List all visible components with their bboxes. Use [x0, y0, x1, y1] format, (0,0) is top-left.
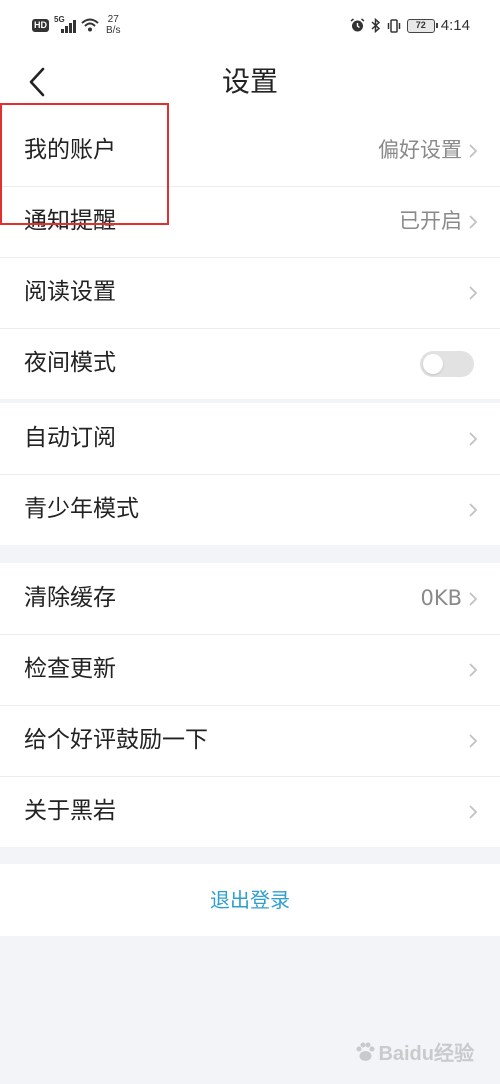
top-bar: HD 5G 27 B/s 72 4:14 设置	[0, 0, 500, 115]
logout-area: 退出登录	[0, 864, 500, 936]
row-about[interactable]: 关于黑岩	[0, 776, 500, 847]
net-speed: 27 B/s	[106, 14, 120, 36]
chevron-right-icon	[469, 734, 478, 748]
row-label: 夜间模式	[24, 350, 116, 376]
row-label: 关于黑岩	[24, 798, 116, 824]
chevron-right-icon	[469, 503, 478, 517]
row-label: 给个好评鼓励一下	[24, 727, 208, 753]
paw-icon	[356, 1042, 375, 1061]
chevron-right-icon	[469, 805, 478, 819]
row-night-mode: 夜间模式	[0, 328, 500, 399]
logout-button[interactable]: 退出登录	[0, 864, 500, 936]
row-label: 青少年模式	[24, 496, 139, 522]
alarm-icon	[350, 18, 365, 32]
watermark-text: Baidu经验	[378, 1043, 474, 1065]
wifi-icon	[81, 18, 99, 32]
bluetooth-icon	[371, 18, 380, 33]
row-rate-app[interactable]: 给个好评鼓励一下	[0, 705, 500, 776]
hd-badge: HD	[32, 18, 49, 32]
row-check-update[interactable]: 检查更新	[0, 634, 500, 705]
row-label: 通知提醒	[24, 208, 116, 234]
row-label: 阅读设置	[24, 279, 116, 305]
baidu-watermark: Baidu经验	[354, 1037, 474, 1066]
row-label: 我的账户	[24, 137, 116, 163]
row-teen-mode[interactable]: 青少年模式	[0, 474, 500, 545]
net-speed-value: 27	[107, 14, 119, 25]
row-value: 0KB	[420, 586, 462, 610]
settings-group-3: 清除缓存 0KB 检查更新 给个好评鼓励一下 关于黑岩	[0, 563, 500, 847]
night-mode-toggle[interactable]	[420, 351, 474, 377]
chevron-right-icon	[469, 663, 478, 677]
clock: 4:14	[440, 17, 470, 34]
row-label: 清除缓存	[24, 585, 116, 611]
vibrate-icon	[387, 18, 401, 33]
row-label: 自动订阅	[24, 425, 116, 451]
row-auto-subscribe[interactable]: 自动订阅	[0, 403, 500, 474]
signal-icon: 5G	[54, 15, 76, 33]
chevron-right-icon	[469, 592, 478, 606]
chevron-right-icon	[469, 215, 478, 229]
row-reading-settings[interactable]: 阅读设置	[0, 257, 500, 328]
chevron-right-icon	[469, 286, 478, 300]
row-my-account[interactable]: 我的账户 偏好设置	[0, 115, 500, 186]
status-bar: HD 5G 27 B/s 72 4:14	[0, 0, 500, 60]
settings-group-2: 自动订阅 青少年模式	[0, 403, 500, 545]
settings-group-1: 我的账户 偏好设置 通知提醒 已开启 阅读设置 夜间模式	[0, 115, 500, 399]
row-clear-cache[interactable]: 清除缓存 0KB	[0, 563, 500, 634]
page-title: 设置	[221, 65, 278, 98]
chevron-right-icon	[469, 432, 478, 446]
toggle-knob	[423, 354, 443, 374]
row-notifications[interactable]: 通知提醒 已开启	[0, 186, 500, 257]
row-label: 检查更新	[24, 656, 116, 682]
row-value: 已开启	[399, 209, 462, 233]
net-speed-unit: B/s	[106, 25, 121, 36]
chevron-right-icon	[469, 144, 478, 158]
row-value: 偏好设置	[378, 138, 462, 162]
battery-indicator: 72	[406, 18, 438, 33]
